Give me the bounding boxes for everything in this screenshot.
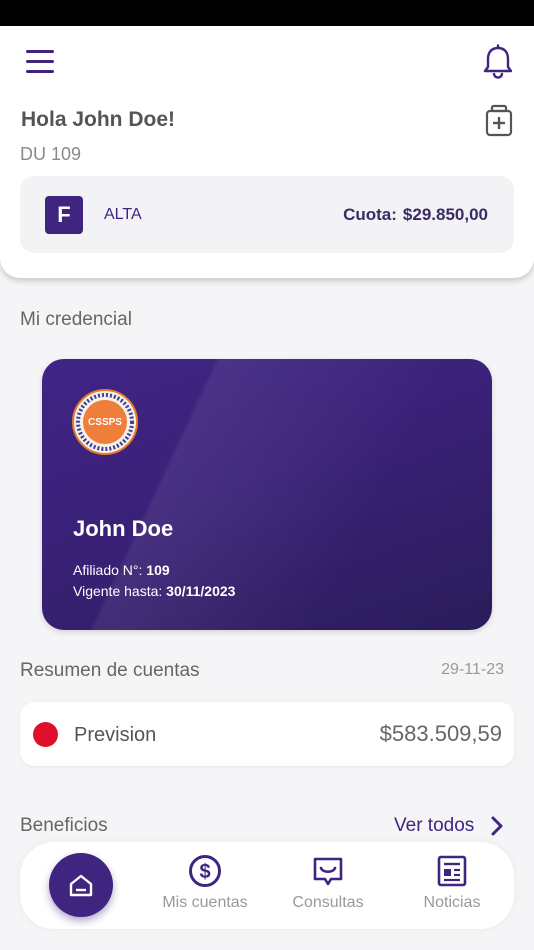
vigente-line: Vigente hasta: 30/11/2023 [73, 583, 235, 599]
news-icon [437, 855, 467, 887]
plan-letter-badge: F [45, 196, 83, 234]
chevron-right-icon[interactable] [490, 815, 504, 837]
bottom-nav: $ Mis cuentas Consultas Noticias [20, 842, 514, 929]
add-card-icon[interactable] [484, 104, 514, 138]
plan-status: ALTA [104, 206, 142, 223]
menu-icon[interactable] [24, 46, 56, 78]
beneficios-section-title: Beneficios [20, 815, 108, 836]
nav-label-mis-cuentas: Mis cuentas [162, 894, 248, 911]
credential-name: John Doe [73, 516, 174, 541]
dollar-circle-icon: $ [189, 855, 221, 887]
plan-card: F ALTA Cuota: $29.850,00 [20, 176, 514, 253]
afiliado-line: Afiliado N°: 109 [73, 562, 170, 578]
nav-label-consultas: Consultas [292, 894, 364, 911]
nav-noticias[interactable]: Noticias [392, 854, 512, 912]
afiliado-value: 109 [146, 562, 170, 578]
home-button[interactable] [49, 853, 113, 917]
afiliado-label: Afiliado N°: [73, 562, 143, 578]
cuota-label: Cuota: [343, 205, 397, 224]
home-icon [69, 874, 93, 897]
cuota: Cuota: $29.850,00 [343, 205, 488, 225]
vigente-value: 30/11/2023 [166, 583, 236, 599]
nav-consultas[interactable]: Consultas [268, 854, 388, 912]
resumen-date: 29-11-23 [441, 661, 504, 678]
account-status-dot [33, 722, 58, 747]
ver-todos-link[interactable]: Ver todos [394, 815, 474, 837]
vigente-label: Vigente hasta: [73, 583, 163, 599]
credential-card[interactable]: CSSPS John Doe Afiliado N°: 109 Vigente … [42, 359, 492, 630]
header: Hola John Doe! DU 109 F ALTA Cuota: $29.8… [0, 26, 534, 278]
cssps-logo: CSSPS [72, 389, 138, 455]
status-bar [0, 0, 534, 26]
notification-bell-icon[interactable] [482, 44, 514, 80]
credential-section-title: Mi credencial [20, 309, 132, 330]
nav-mis-cuentas[interactable]: $ Mis cuentas [145, 854, 265, 912]
account-amount: $583.509,59 [379, 721, 502, 746]
account-row-prevision[interactable]: Prevision $583.509,59 [20, 702, 514, 766]
svg-text:$: $ [199, 861, 210, 883]
account-name: Prevision [74, 724, 157, 746]
resumen-section-title: Resumen de cuentas [20, 660, 200, 681]
cuota-amount: $29.850,00 [402, 205, 488, 224]
greeting: Hola John Doe! [21, 108, 176, 131]
logo-text: CSSPS [88, 417, 122, 428]
chat-icon [313, 857, 343, 886]
document-number: DU 109 [20, 144, 82, 164]
nav-label-noticias: Noticias [423, 894, 481, 911]
